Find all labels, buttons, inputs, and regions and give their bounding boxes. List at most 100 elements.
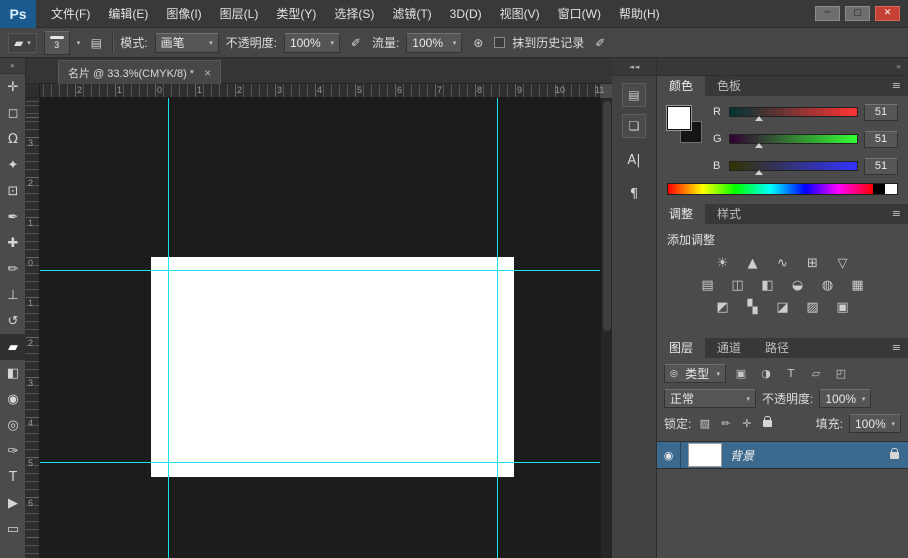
brush-presets-panel-icon[interactable]: ▤ bbox=[622, 83, 646, 107]
move-tool-button[interactable]: ✛ bbox=[0, 74, 26, 100]
lock-all-icon[interactable] bbox=[760, 416, 775, 431]
quick-selection-tool-button[interactable]: ✦ bbox=[0, 152, 26, 178]
blue-channel-value[interactable]: 51 bbox=[864, 158, 898, 175]
eyedropper-tool-button[interactable]: ✒ bbox=[0, 204, 26, 230]
slider-thumb[interactable] bbox=[755, 170, 763, 175]
menu-layer[interactable]: 图层(L) bbox=[211, 0, 268, 28]
vertical-ruler[interactable]: 3 2 1 0 1 2 3 4 5 6 bbox=[26, 98, 40, 558]
menu-3d[interactable]: 3D(D) bbox=[441, 0, 491, 28]
selective-color-adjustment-icon[interactable]: ▣ bbox=[833, 299, 853, 316]
green-channel-slider[interactable] bbox=[729, 134, 858, 144]
filter-type-layers-icon[interactable]: T bbox=[781, 365, 801, 382]
path-selection-tool-button[interactable]: ▶ bbox=[0, 490, 26, 516]
foreground-color-swatch[interactable] bbox=[667, 106, 691, 130]
black-white-adjustment-icon[interactable]: ◧ bbox=[758, 277, 778, 294]
layer-filter-type-select[interactable]: ◎ 类型 ▾ bbox=[664, 364, 726, 383]
gradient-tool-button[interactable]: ◧ bbox=[0, 360, 26, 386]
tab-styles[interactable]: 样式 bbox=[705, 204, 753, 224]
layer-row-background[interactable]: ◉ 背景 bbox=[657, 441, 908, 469]
filter-shape-layers-icon[interactable]: ▱ bbox=[806, 365, 826, 382]
filter-adjustment-layers-icon[interactable]: ◑ bbox=[756, 365, 776, 382]
clone-stamp-tool-button[interactable]: ⊥ bbox=[0, 282, 26, 308]
spectrum-gradient[interactable] bbox=[668, 184, 873, 194]
red-channel-value[interactable]: 51 bbox=[864, 104, 898, 121]
erase-to-history-checkbox[interactable] bbox=[494, 37, 505, 48]
invert-adjustment-icon[interactable]: ◩ bbox=[713, 299, 733, 316]
hue-saturation-adjustment-icon[interactable]: ▤ bbox=[698, 277, 718, 294]
slider-thumb[interactable] bbox=[755, 143, 763, 148]
red-channel-slider[interactable] bbox=[729, 107, 858, 117]
eraser-tool-button[interactable]: ▰ bbox=[0, 334, 26, 360]
paragraph-panel-icon[interactable]: ¶ bbox=[622, 182, 646, 206]
tool-preset-picker[interactable]: ▰ ▾ bbox=[8, 33, 37, 53]
filter-pixel-layers-icon[interactable]: ▣ bbox=[731, 365, 751, 382]
slider-thumb[interactable] bbox=[755, 116, 763, 121]
lock-transparent-pixels-icon[interactable]: ▨ bbox=[697, 416, 712, 431]
minimize-button[interactable]: ─ bbox=[815, 6, 840, 21]
menu-image[interactable]: 图像(I) bbox=[157, 0, 210, 28]
character-panel-icon[interactable]: A| bbox=[622, 148, 646, 172]
tab-layers[interactable]: 图层 bbox=[657, 338, 705, 358]
chevron-down-icon[interactable]: ▾ bbox=[77, 39, 81, 47]
tab-adjustments[interactable]: 调整 bbox=[657, 204, 705, 224]
menu-type[interactable]: 类型(Y) bbox=[267, 0, 325, 28]
blue-channel-slider[interactable] bbox=[729, 161, 858, 171]
expand-panels-icon[interactable]: ◄◄ bbox=[612, 58, 656, 76]
maximize-button[interactable]: ▢ bbox=[845, 6, 870, 21]
color-lookup-adjustment-icon[interactable]: ▦ bbox=[848, 277, 868, 294]
exposure-adjustment-icon[interactable]: ⊞ bbox=[803, 255, 823, 272]
horizontal-ruler[interactable]: 2 1 0 1 2 3 4 5 6 7 8 9 10 11 bbox=[40, 84, 600, 98]
color-balance-adjustment-icon[interactable]: ◫ bbox=[728, 277, 748, 294]
guide-horizontal-bottom[interactable] bbox=[40, 462, 600, 463]
curves-adjustment-icon[interactable]: ∿ bbox=[773, 255, 793, 272]
toolbar-collapse-icon[interactable]: » bbox=[0, 58, 25, 74]
layer-visibility-toggle[interactable]: ◉ bbox=[657, 442, 681, 468]
threshold-adjustment-icon[interactable]: ◪ bbox=[773, 299, 793, 316]
vibrance-adjustment-icon[interactable]: ▽ bbox=[833, 255, 853, 272]
levels-adjustment-icon[interactable]: ▲ bbox=[743, 255, 763, 272]
menu-view[interactable]: 视图(V) bbox=[491, 0, 549, 28]
scrollbar-thumb[interactable] bbox=[603, 101, 611, 331]
document-canvas[interactable] bbox=[151, 257, 514, 477]
close-button[interactable]: ✕ bbox=[875, 6, 900, 21]
flow-select[interactable]: 100% ▾ bbox=[406, 33, 462, 53]
tab-paths[interactable]: 路径 bbox=[753, 338, 801, 358]
brush-tool-button[interactable]: ✏ bbox=[0, 256, 26, 282]
lasso-tool-button[interactable]: Ω bbox=[0, 126, 26, 152]
posterize-adjustment-icon[interactable]: ▚ bbox=[743, 299, 763, 316]
brush-preset-picker[interactable]: 3 bbox=[44, 31, 70, 55]
rectangular-marquee-tool-button[interactable]: ◻ bbox=[0, 100, 26, 126]
blur-tool-button[interactable]: ◉ bbox=[0, 386, 26, 412]
tab-swatches[interactable]: 色板 bbox=[705, 76, 753, 96]
pen-tool-button[interactable]: ✑ bbox=[0, 438, 26, 464]
crop-tool-button[interactable]: ⊡ bbox=[0, 178, 26, 204]
lock-image-pixels-icon[interactable]: ✏ bbox=[718, 416, 733, 431]
lock-position-icon[interactable]: ✛ bbox=[739, 416, 754, 431]
pressure-flow-icon[interactable]: ✐ bbox=[591, 34, 609, 52]
blend-mode-select[interactable]: 正常 ▾ bbox=[664, 389, 756, 408]
history-brush-tool-button[interactable]: ↺ bbox=[0, 308, 26, 334]
menu-file[interactable]: 文件(F) bbox=[42, 0, 99, 28]
fill-select[interactable]: 100% ▾ bbox=[849, 414, 901, 433]
gradient-map-adjustment-icon[interactable]: ▨ bbox=[803, 299, 823, 316]
airbrush-icon[interactable]: ⊛ bbox=[469, 34, 487, 52]
document-tab[interactable]: 名片 @ 33.3%(CMYK/8) * × bbox=[58, 60, 221, 84]
spectrum-black-swatch[interactable] bbox=[873, 184, 885, 194]
type-tool-button[interactable]: T bbox=[0, 464, 26, 490]
panel-menu-icon[interactable]: ≡ bbox=[892, 338, 901, 358]
menu-window[interactable]: 窗口(W) bbox=[549, 0, 610, 28]
menu-edit[interactable]: 编辑(E) bbox=[99, 0, 157, 28]
dodge-tool-button[interactable]: ◎ bbox=[0, 412, 26, 438]
vertical-scrollbar[interactable] bbox=[600, 98, 612, 558]
spot-healing-brush-tool-button[interactable]: ✚ bbox=[0, 230, 26, 256]
brush-panel-toggle-icon[interactable]: ▤ bbox=[87, 34, 105, 52]
mode-select[interactable]: 画笔 ▾ bbox=[155, 33, 219, 53]
menu-filter[interactable]: 滤镜(T) bbox=[383, 0, 440, 28]
spectrum-white-swatch[interactable] bbox=[885, 184, 897, 194]
photo-filter-adjustment-icon[interactable]: ◒ bbox=[788, 277, 808, 294]
panel-menu-icon[interactable]: ≡ bbox=[892, 76, 901, 96]
channel-mixer-adjustment-icon[interactable]: ◍ bbox=[818, 277, 838, 294]
tab-close-icon[interactable]: × bbox=[204, 66, 211, 80]
tab-channels[interactable]: 通道 bbox=[705, 338, 753, 358]
panel-menu-icon[interactable]: ≡ bbox=[892, 204, 901, 224]
